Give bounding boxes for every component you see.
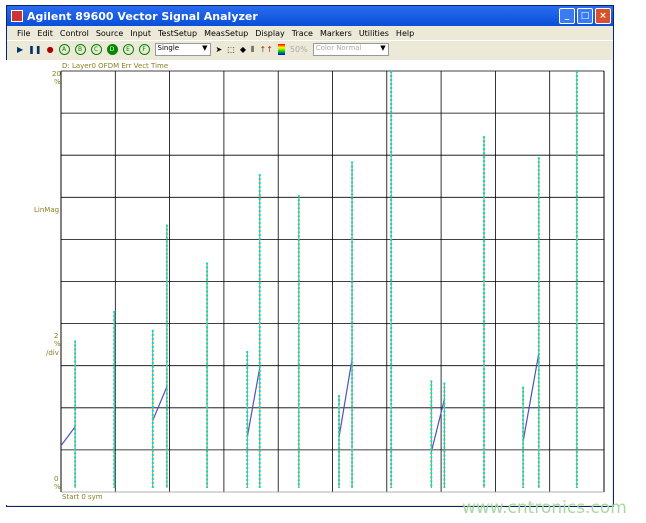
watermark: www.cntronics.com bbox=[462, 498, 627, 518]
trace-slope bbox=[338, 359, 353, 438]
trace-slope bbox=[246, 367, 261, 438]
trace-slope bbox=[522, 352, 540, 442]
trace-slope bbox=[60, 426, 76, 447]
trace-plot bbox=[60, 70, 605, 493]
trace-slope bbox=[430, 399, 445, 453]
trace-slope bbox=[152, 386, 168, 421]
